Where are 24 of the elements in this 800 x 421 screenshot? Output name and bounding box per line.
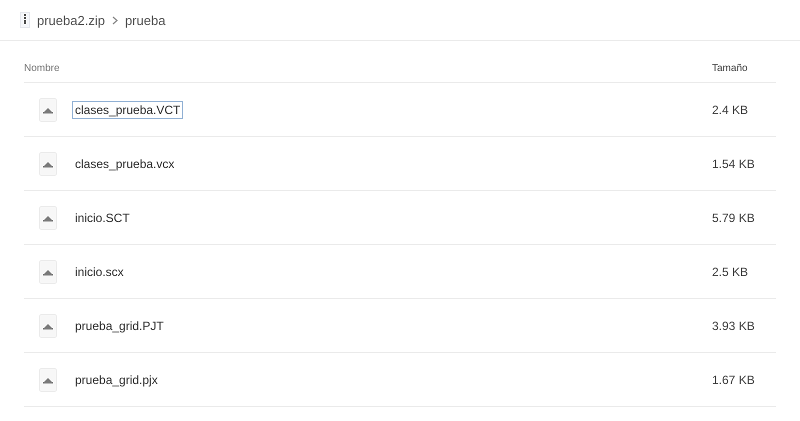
breadcrumb-link[interactable]: prueba2.zip	[37, 12, 105, 28]
file-icon	[39, 152, 57, 176]
file-icon	[39, 206, 57, 230]
breadcrumb-link[interactable]: prueba	[124, 12, 166, 28]
column-header[interactable]: Nombre	[24, 50, 712, 74]
file-size: 3.93 KB	[712, 318, 756, 332]
zip-file-icon	[20, 12, 30, 28]
file-size: 5.79 KB	[712, 210, 756, 224]
file-size: 2.5 KB	[712, 264, 750, 278]
file-icon	[39, 98, 57, 122]
file-size: 2.4 KB	[712, 102, 750, 116]
file-icon	[39, 314, 57, 338]
file-name[interactable]: clases_prueba.VCT	[72, 100, 184, 118]
column-header[interactable]: Tamaño	[712, 50, 776, 74]
file-icon	[39, 260, 57, 284]
file-name[interactable]: inicio.scx	[72, 262, 127, 280]
file-size: 1.67 KB	[712, 372, 756, 386]
file-size: 1.54 KB	[712, 156, 756, 170]
file-name[interactable]: inicio.SCT	[72, 208, 133, 226]
file-icon	[39, 368, 57, 392]
file-name[interactable]: prueba_grid.pjx	[72, 370, 161, 388]
file-name[interactable]: clases_prueba.vcx	[72, 154, 178, 172]
file-name[interactable]: prueba_grid.PJT	[72, 316, 167, 334]
chevron-icon	[112, 16, 118, 24]
